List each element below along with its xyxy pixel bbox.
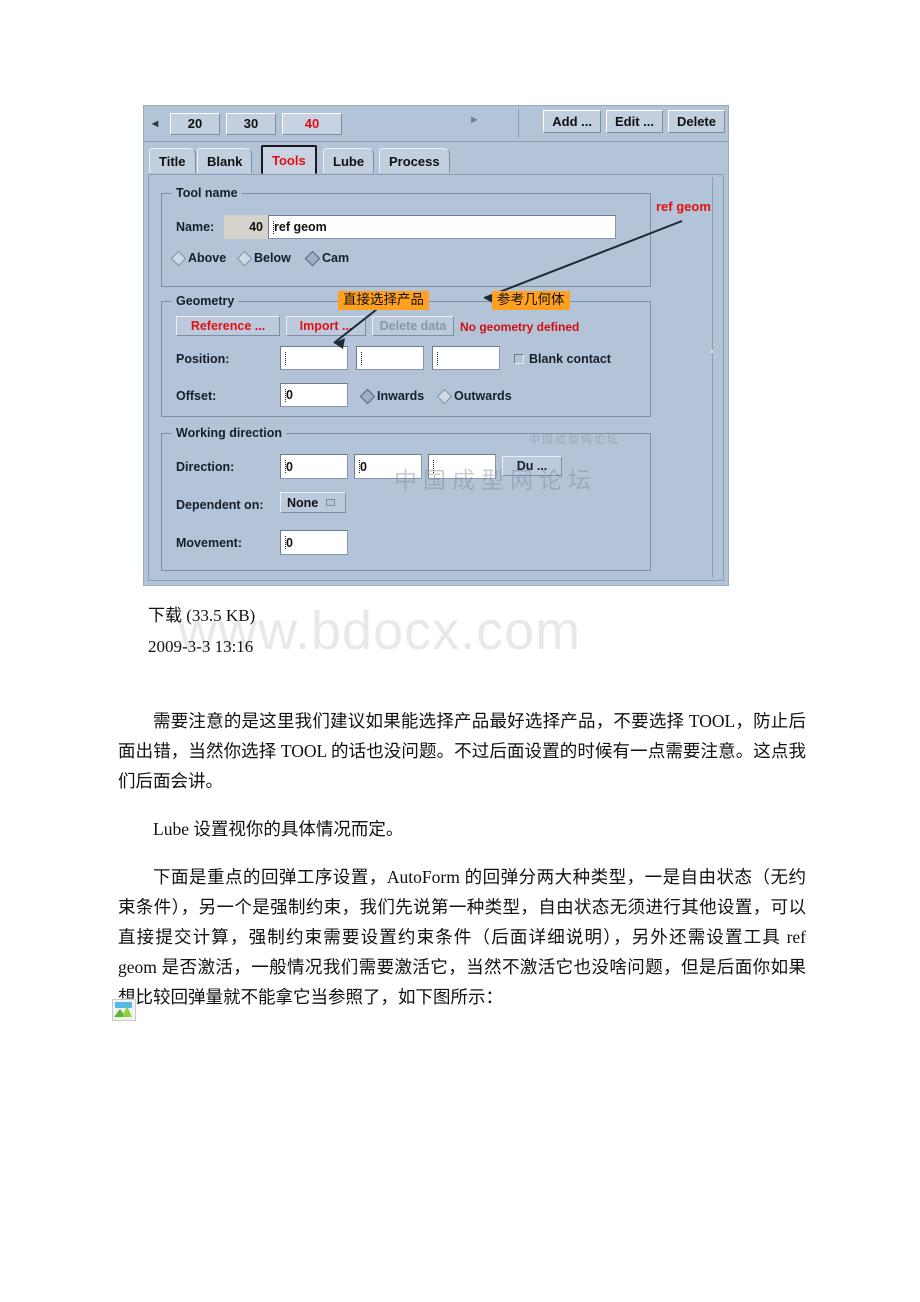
radio-below-label: Below xyxy=(254,251,291,265)
direction-x-input[interactable]: 0 xyxy=(280,454,348,479)
triangle-right-icon[interactable]: ► xyxy=(469,114,480,126)
working-direction-legend: Working direction xyxy=(172,426,287,440)
panel-scroll-thumb[interactable] xyxy=(710,350,713,353)
text-caret-icon xyxy=(285,351,286,365)
text-caret-icon xyxy=(361,351,362,365)
paragraph-2: Lube 设置视你的具体情况而定。 xyxy=(153,819,404,839)
radio-outwards-label: Outwards xyxy=(454,389,512,403)
timestamp-caption: 2009-3-3 13:16 xyxy=(148,637,254,656)
callout-ref-geometry: 参考几何体 xyxy=(492,291,570,310)
radio-below[interactable]: Below xyxy=(236,250,291,266)
tab-tools[interactable]: Tools xyxy=(261,145,317,174)
step-button-40[interactable]: 40 xyxy=(282,112,342,135)
diamond-radio-selected-icon xyxy=(304,250,321,266)
article-body: 需要注意的是这里我们建议如果能选择产品最好选择产品，不要选择 TOOL，防止后面… xyxy=(118,706,806,1030)
radio-inwards-label: Inwards xyxy=(377,389,425,403)
name-label: Name: xyxy=(176,220,215,234)
annotation-ref-geom-label: ref geom xyxy=(656,199,711,214)
tools-panel: Tool name Name: 40 ref geom Above Below xyxy=(148,174,724,581)
name-index: 40 xyxy=(224,215,268,239)
dependent-on-label: Dependent on: xyxy=(176,498,264,512)
direction-y-value: 0 xyxy=(360,459,367,474)
radio-above-label: Above xyxy=(188,251,227,265)
position-y-input[interactable] xyxy=(356,346,424,370)
toolbar-actions: Add ... Edit ... Delete xyxy=(543,110,725,133)
edit-button[interactable]: Edit ... xyxy=(605,110,663,133)
chevron-down-icon xyxy=(326,499,336,506)
add-button[interactable]: Add ... xyxy=(543,110,601,133)
geometry-legend: Geometry xyxy=(172,294,239,308)
diamond-radio-icon xyxy=(436,388,453,404)
offset-input[interactable]: 0 xyxy=(280,383,348,407)
direction-z-input[interactable] xyxy=(428,454,496,479)
paragraph-1: 需要注意的是这里我们建议如果能选择产品最好选择产品，不要选择 TOOL，防止后面… xyxy=(118,711,806,791)
tool-name-group: Tool name Name: 40 ref geom Above Below xyxy=(161,186,651,287)
geometry-group: Geometry Reference ... Import ... Delete… xyxy=(161,294,651,417)
diamond-radio-selected-icon xyxy=(359,388,376,404)
radio-cam-label: Cam xyxy=(322,251,350,265)
dependent-on-select[interactable]: None xyxy=(280,492,346,513)
position-label: Position: xyxy=(176,352,230,366)
download-caption: 下载 (33.5 KB) xyxy=(148,606,256,625)
callout-select-product: 直接选择产品 xyxy=(338,291,429,310)
tab-process[interactable]: Process xyxy=(379,148,450,173)
offset-label: Offset: xyxy=(176,389,217,403)
direction-y-input[interactable]: 0 xyxy=(354,454,422,479)
position-x-input[interactable] xyxy=(280,346,348,370)
dependent-on-value: None xyxy=(287,495,319,510)
movement-input[interactable]: 0 xyxy=(280,530,348,555)
checkbox-icon xyxy=(514,354,524,364)
step-selector: ◄ 20 30 40 xyxy=(146,108,516,139)
broken-image-hill-front xyxy=(122,1006,132,1017)
movement-value: 0 xyxy=(286,535,293,550)
direction-label: Direction: xyxy=(176,460,235,474)
geometry-status: No geometry defined xyxy=(460,320,580,334)
radio-cam[interactable]: Cam xyxy=(304,250,350,266)
tab-title[interactable]: Title xyxy=(149,148,196,173)
broken-image-icon xyxy=(112,999,136,1021)
toolbar-separator xyxy=(518,109,519,138)
working-direction-group: Working direction Direction: 0 0 Du ... … xyxy=(161,426,651,571)
movement-label: Movement: xyxy=(176,536,242,550)
delete-data-button: Delete data xyxy=(372,316,454,336)
position-z-input[interactable] xyxy=(432,346,500,370)
name-input-value: ref geom xyxy=(274,220,327,234)
autoform-tool-dialog-screenshot: ◄ 20 30 40 ► Add ... Edit ... Delete Tit… xyxy=(143,105,729,586)
tab-lube[interactable]: Lube xyxy=(323,148,375,173)
offset-value: 0 xyxy=(286,388,293,402)
text-caret-icon xyxy=(433,460,434,473)
radio-above[interactable]: Above xyxy=(170,250,227,266)
delete-button[interactable]: Delete xyxy=(667,110,725,133)
radio-outwards[interactable]: Outwards xyxy=(436,388,512,404)
import-button[interactable]: Import ... xyxy=(286,316,366,336)
tab-bar: Title Blank Tools Lube Process xyxy=(144,142,728,175)
paragraph-3: 下面是重点的回弹工序设置，AutoForm 的回弹分两大种类型，一是自由状态（无… xyxy=(118,867,806,1007)
blank-contact-checkbox[interactable]: Blank contact xyxy=(514,352,611,366)
reference-button[interactable]: Reference ... xyxy=(176,316,280,336)
text-caret-icon xyxy=(437,351,438,365)
direction-x-value: 0 xyxy=(286,459,293,474)
panel-scroll-divider[interactable] xyxy=(712,177,713,578)
direction-pick-button[interactable]: Du ... xyxy=(502,456,562,476)
step-button-20[interactable]: 20 xyxy=(170,112,220,135)
blank-contact-label: Blank contact xyxy=(529,352,611,366)
tab-blank[interactable]: Blank xyxy=(197,148,253,173)
tools-panel-content: Tool name Name: 40 ref geom Above Below xyxy=(151,177,709,578)
diamond-radio-icon xyxy=(170,250,187,266)
radio-inwards[interactable]: Inwards xyxy=(359,388,425,404)
triangle-left-icon[interactable]: ◄ xyxy=(146,112,164,136)
tool-name-legend: Tool name xyxy=(172,186,242,200)
diamond-radio-icon xyxy=(236,250,253,266)
step-toolbar: ◄ 20 30 40 ► Add ... Edit ... Delete xyxy=(144,106,728,142)
name-input[interactable]: ref geom xyxy=(268,215,616,239)
step-button-30[interactable]: 30 xyxy=(226,112,276,135)
